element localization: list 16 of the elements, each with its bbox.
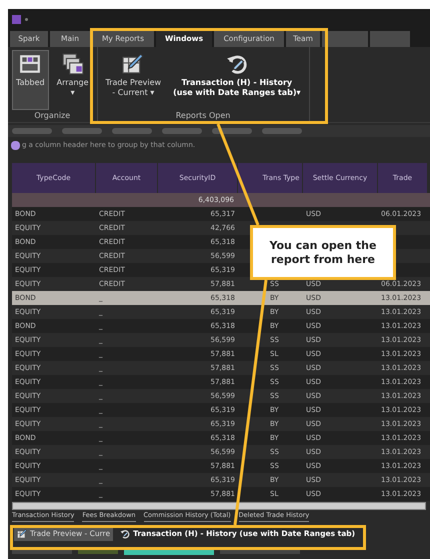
ribbon-group-label: Reports Open <box>174 110 232 122</box>
pencil-table-icon <box>17 529 27 539</box>
pencil-table-icon <box>122 53 144 75</box>
horizontal-scrollbar[interactable] <box>12 502 426 510</box>
ribbon-group-label: Organize <box>33 110 72 122</box>
stacked-windows-icon <box>62 53 84 75</box>
ribbon-button[interactable]: Tabbed <box>12 50 49 110</box>
app-logo-icon <box>12 14 21 24</box>
tabbed-windows-icon <box>19 53 42 75</box>
ribbon-button[interactable]: Transaction (H) - History (use with Date Ranges tab)▾ <box>169 50 305 110</box>
ribbon-button[interactable]: Arrange ▾ <box>52 50 93 110</box>
blurred-tab[interactable] <box>322 31 368 47</box>
group-panel-icon <box>11 140 20 150</box>
refresh-pencil-icon <box>120 529 130 539</box>
refresh-pencil-icon <box>226 53 248 75</box>
ribbon-button[interactable]: Trade Preview - Current ▾ <box>102 50 166 110</box>
